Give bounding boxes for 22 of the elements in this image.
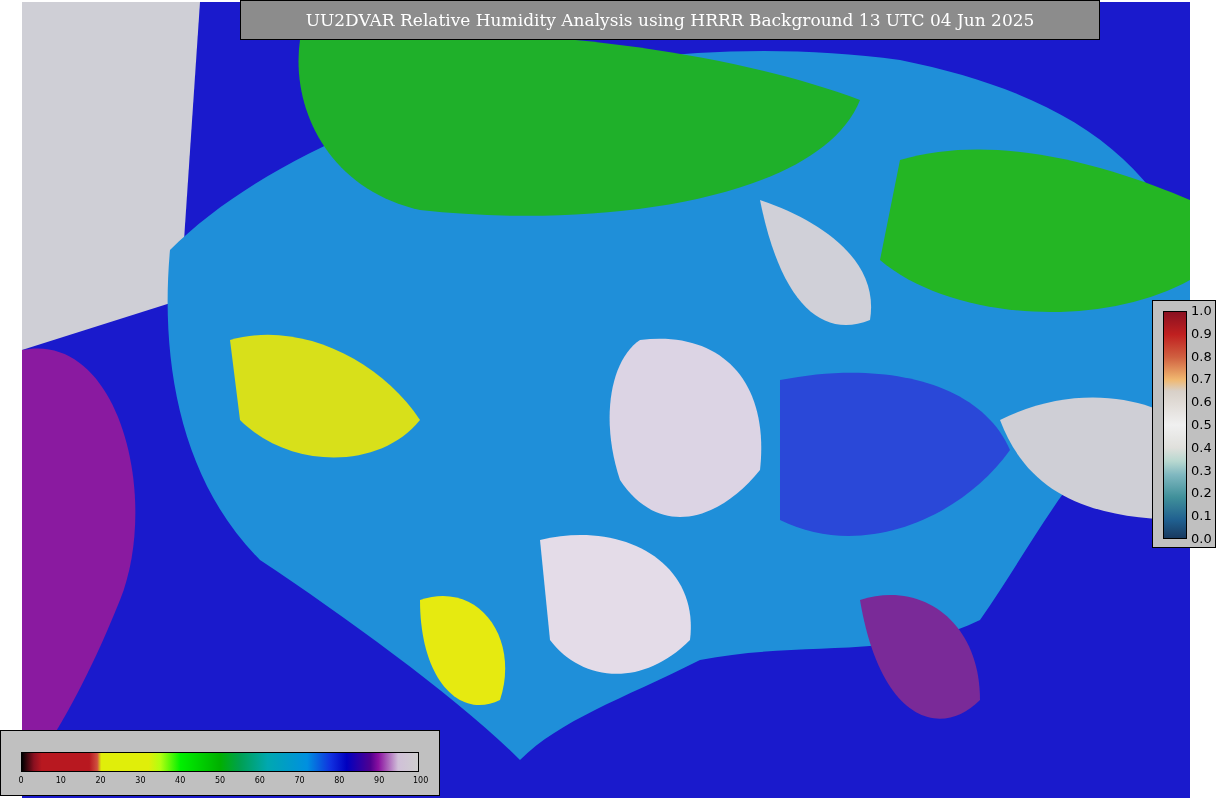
tick-label: 0.0: [1191, 530, 1212, 547]
tick-label: 0.7: [1191, 371, 1212, 388]
tick-label: 0: [17, 776, 25, 785]
tick-label: 0.8: [1191, 348, 1212, 365]
tick-label: 10: [54, 776, 67, 785]
tick-label: 90: [373, 776, 386, 785]
tick-label: 30: [134, 776, 147, 785]
tick-label: 1.0: [1191, 303, 1212, 319]
tick-label: 60: [253, 776, 266, 785]
tick-label: 70: [293, 776, 306, 785]
tick-label: 50: [214, 776, 226, 785]
tick-label: 40: [174, 776, 187, 785]
tick-label: 20: [94, 776, 107, 785]
map-title: UU2DVAR Relative Humidity Analysis using HRRR Background 13 UTC 04 Jun 2025: [240, 0, 1100, 40]
tick-label: 0.4: [1191, 439, 1212, 456]
tick-label: 0.6: [1191, 394, 1212, 411]
tick-label: 0.1: [1191, 508, 1212, 525]
tick-label: 0.3: [1191, 462, 1212, 479]
tick-label: 0.9: [1191, 325, 1212, 342]
tick-label: 0.2: [1191, 485, 1212, 502]
tick-label: 80: [333, 776, 346, 785]
tick-label: 0.5: [1191, 417, 1212, 433]
